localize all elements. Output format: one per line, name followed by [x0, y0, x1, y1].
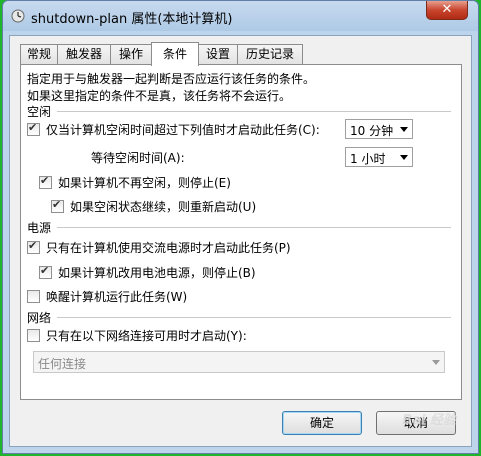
stop-on-battery-checkbox[interactable] [39, 264, 52, 279]
dialog-body: 常规 触发器 操作 条件 设置 历史记录 指定用于与触发器一起判断是否应运行该任… [9, 35, 472, 447]
idle-section-label: 空闲 [27, 105, 52, 119]
title-bar[interactable]: shutdown-plan 属性(本地计算机) ✕ [3, 1, 478, 31]
power-section-label: 电源 [27, 221, 52, 235]
tab-actions[interactable]: 操作 [110, 44, 152, 64]
wake-to-run-label[interactable]: 唤醒计算机运行此任务(W) [46, 288, 187, 305]
section-divider [57, 227, 451, 228]
stop-if-not-idle-label[interactable]: 如果计算机不再空闲，则停止(E) [58, 174, 231, 191]
chevron-down-icon [400, 127, 408, 132]
chevron-down-icon [400, 155, 408, 160]
stop-on-battery-label[interactable]: 如果计算机改用电池电源，则停止(B) [58, 264, 256, 281]
wake-to-run-checkbox[interactable] [27, 290, 40, 303]
tab-conditions[interactable]: 条件 [151, 42, 199, 66]
idle-duration-value: 10 分钟 [350, 124, 394, 138]
wait-duration-value: 1 小时 [350, 152, 386, 166]
network-connection-dropdown[interactable]: 任何连接 [33, 351, 445, 373]
start-only-if-idle-label[interactable]: 仅当计算机空闲时间超过下列值时才启动此任务(C): [46, 121, 320, 138]
restart-if-idle-resumes-label[interactable]: 如果空闲状态继续，则重新启动(U) [70, 198, 256, 215]
close-button[interactable]: ✕ [426, 1, 468, 20]
start-only-on-ac-checkbox[interactable] [27, 239, 40, 254]
wait-idle-label: 等待空闲时间(A): [91, 151, 185, 165]
chevron-down-icon [432, 360, 440, 365]
start-only-if-network-label[interactable]: 只有在以下网络连接可用时才启动(Y): [46, 327, 247, 344]
tab-settings[interactable]: 设置 [198, 44, 238, 64]
description-line-2: 如果这里指定的条件不是真，该任务将不会运行。 [27, 89, 292, 103]
section-divider [57, 317, 451, 318]
window-title: shutdown-plan 属性(本地计算机) [31, 12, 233, 27]
tab-history[interactable]: 历史记录 [237, 44, 303, 64]
start-only-if-idle-checkbox[interactable] [27, 121, 40, 136]
tab-triggers[interactable]: 触发器 [57, 44, 111, 64]
network-section-header: 网络 [27, 309, 451, 326]
wait-duration-dropdown[interactable]: 1 小时 [345, 147, 413, 167]
conditions-panel: 指定用于与触发器一起判断是否应运行该任务的条件。 如果这里指定的条件不是真，该任… [20, 64, 462, 400]
ok-button[interactable]: 确定 [282, 411, 362, 435]
section-divider [57, 111, 451, 112]
restart-if-idle-resumes-checkbox[interactable] [51, 198, 64, 213]
idle-section-header: 空闲 [27, 103, 451, 120]
idle-duration-dropdown[interactable]: 10 分钟 [345, 119, 413, 139]
stop-if-not-idle-checkbox[interactable] [39, 174, 52, 189]
properties-window: shutdown-plan 属性(本地计算机) ✕ 常规 触发器 操作 条件 设… [2, 0, 479, 454]
start-only-on-ac-label[interactable]: 只有在计算机使用交流电源时才启动此任务(P) [46, 239, 291, 256]
watermark: Bai 经验 [402, 413, 456, 428]
tab-general[interactable]: 常规 [20, 44, 58, 64]
network-connection-value: 任何连接 [38, 357, 87, 371]
start-only-if-network-checkbox[interactable] [27, 329, 40, 342]
network-section-label: 网络 [27, 311, 52, 325]
power-section-header: 电源 [27, 219, 451, 236]
task-scheduler-icon [11, 9, 25, 23]
description-line-1: 指定用于与触发器一起判断是否应运行该任务的条件。 [27, 72, 316, 86]
